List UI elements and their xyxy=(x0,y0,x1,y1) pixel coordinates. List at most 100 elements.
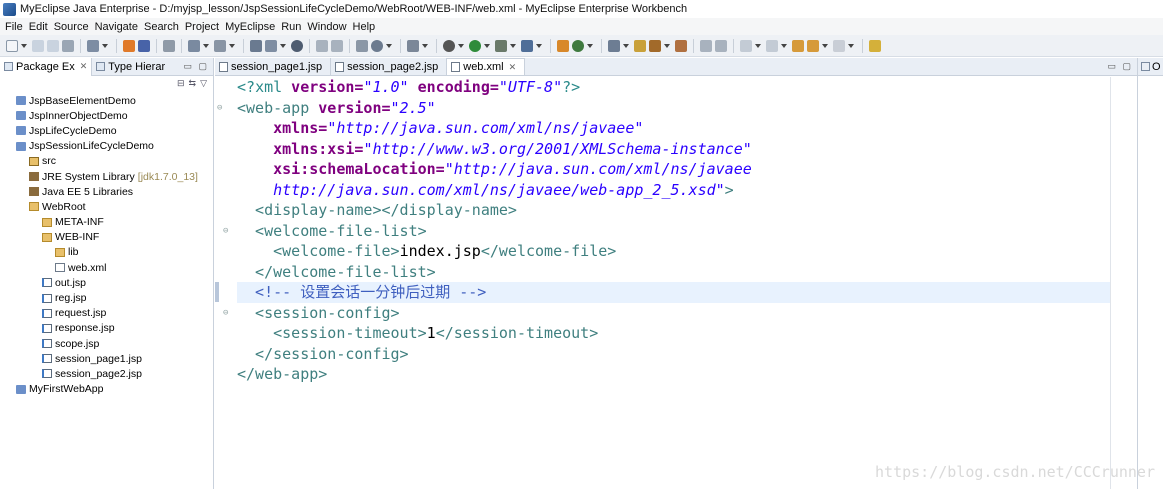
tree-item[interactable]: response.jsp xyxy=(0,321,214,336)
toggle-mark-icon[interactable] xyxy=(700,39,712,52)
tree-item[interactable]: Java EE 5 Libraries xyxy=(0,184,214,199)
minimize-maximize-icon[interactable]: ▭ ▢ xyxy=(1107,61,1133,72)
chevron-down-icon[interactable] xyxy=(458,43,464,48)
tree-item[interactable]: JRE System Library [jdk1.7.0_13] xyxy=(0,169,214,184)
chevron-down-icon[interactable] xyxy=(623,43,629,48)
chevron-down-icon[interactable] xyxy=(280,43,286,48)
fold-icon[interactable]: ⊖ xyxy=(223,303,228,324)
menu-project[interactable]: Project xyxy=(182,21,222,33)
chevron-down-icon[interactable] xyxy=(484,43,490,48)
menu-help[interactable]: Help xyxy=(350,21,379,33)
tree-item[interactable]: JspSessionLifeCycleDemo xyxy=(0,139,214,154)
tree-item[interactable]: reg.jsp xyxy=(0,290,214,305)
run-icon[interactable] xyxy=(469,39,481,52)
close-icon[interactable]: ✕ xyxy=(509,62,517,73)
outline-tab-label[interactable]: O xyxy=(1152,61,1161,73)
menu-source[interactable]: Source xyxy=(51,21,92,33)
deploy-icon[interactable] xyxy=(87,39,99,52)
chevron-down-icon[interactable] xyxy=(536,43,542,48)
code-area[interactable]: <?xml version="1.0" encoding="UTF-8"?> ⊖… xyxy=(215,77,1110,385)
print-icon[interactable] xyxy=(62,39,74,52)
tree-item[interactable]: web.xml xyxy=(0,260,214,275)
table-icon[interactable] xyxy=(356,39,368,52)
chevron-down-icon[interactable] xyxy=(386,43,392,48)
config-icon[interactable] xyxy=(331,39,343,52)
tree-item[interactable]: scope.jsp xyxy=(0,336,214,351)
refresh-icon[interactable] xyxy=(316,39,328,52)
chevron-down-icon[interactable] xyxy=(102,43,108,48)
new-package-icon[interactable] xyxy=(557,39,569,52)
search-file-icon[interactable] xyxy=(649,39,661,52)
tree-item[interactable]: MyFirstWebApp xyxy=(0,382,214,397)
database-icon[interactable] xyxy=(138,39,150,52)
tree-item[interactable]: WebRoot xyxy=(0,199,214,214)
menu-window[interactable]: Window xyxy=(304,21,349,33)
save-all-icon[interactable] xyxy=(47,39,59,52)
tree-item[interactable]: JspLifeCycleDemo xyxy=(0,123,214,138)
console-icon[interactable] xyxy=(407,39,419,52)
forward-icon[interactable] xyxy=(833,39,845,52)
fold-icon[interactable]: ⊖ xyxy=(223,221,228,242)
server-icon[interactable] xyxy=(123,39,135,52)
chevron-down-icon[interactable] xyxy=(203,43,209,48)
new-icon[interactable] xyxy=(6,39,18,52)
external-tools-icon[interactable] xyxy=(495,39,507,52)
web2-icon[interactable] xyxy=(265,39,277,52)
tree-item[interactable]: src xyxy=(0,154,214,169)
chevron-down-icon[interactable] xyxy=(781,43,787,48)
view-menu-icon[interactable]: ▽ xyxy=(200,78,207,89)
chevron-down-icon[interactable] xyxy=(422,43,428,48)
tab-package-explorer[interactable]: Package Ex ✕ xyxy=(0,57,93,76)
chevron-down-icon[interactable] xyxy=(587,43,593,48)
tree-item[interactable]: JspInnerObjectDemo xyxy=(0,108,214,123)
menu-search[interactable]: Search xyxy=(141,21,182,33)
menu-navigate[interactable]: Navigate xyxy=(92,21,141,33)
chevron-down-icon[interactable] xyxy=(822,43,828,48)
new-class-icon[interactable] xyxy=(572,39,584,52)
xml-editor[interactable]: <?xml version="1.0" encoding="UTF-8"?> ⊖… xyxy=(215,77,1110,489)
wizard2-icon[interactable] xyxy=(214,39,226,52)
folder-open-icon[interactable] xyxy=(675,39,687,52)
toggle-block-icon[interactable] xyxy=(715,39,727,52)
wizard-icon[interactable] xyxy=(188,39,200,52)
tree-item[interactable]: session_page2.jsp xyxy=(0,366,214,381)
chevron-down-icon[interactable] xyxy=(21,43,27,48)
save-icon[interactable] xyxy=(32,39,44,52)
chevron-down-icon[interactable] xyxy=(510,43,516,48)
chevron-down-icon[interactable] xyxy=(664,43,670,48)
editor-tab-session-page1[interactable]: session_page1.jsp xyxy=(215,58,332,75)
menu-edit[interactable]: Edit xyxy=(26,21,51,33)
search-icon[interactable] xyxy=(371,39,383,52)
next-annotation-icon[interactable] xyxy=(740,39,752,52)
fold-icon[interactable]: ⊖ xyxy=(217,98,222,119)
tree-item[interactable]: request.jsp xyxy=(0,306,214,321)
chevron-down-icon[interactable] xyxy=(848,43,854,48)
chevron-down-icon[interactable] xyxy=(755,43,761,48)
terminal-icon[interactable] xyxy=(163,39,175,52)
tree-item[interactable]: META-INF xyxy=(0,215,214,230)
tree-item[interactable]: WEB-INF xyxy=(0,230,214,245)
menu-file[interactable]: File xyxy=(2,21,26,33)
editor-overview-ruler[interactable] xyxy=(1110,77,1136,489)
minimize-maximize-icon[interactable]: ▭ ▢ xyxy=(183,61,209,72)
pin-editor-icon[interactable] xyxy=(869,39,881,52)
tree-item[interactable]: out.jsp xyxy=(0,275,214,290)
web-icon[interactable] xyxy=(250,39,262,52)
link-with-editor-icon[interactable]: ⇆ xyxy=(189,78,197,89)
last-edit-icon[interactable] xyxy=(792,39,804,52)
tree-item[interactable]: session_page1.jsp xyxy=(0,351,214,366)
close-icon[interactable]: ✕ xyxy=(80,61,88,72)
open-type-icon[interactable] xyxy=(608,39,620,52)
menu-myeclipse[interactable]: MyEclipse xyxy=(222,21,278,33)
tab-type-hierarchy[interactable]: Type Hierar xyxy=(92,58,169,76)
chevron-down-icon[interactable] xyxy=(229,43,235,48)
globe-icon[interactable] xyxy=(291,39,303,52)
open-task-icon[interactable] xyxy=(634,39,646,52)
collapse-all-icon[interactable]: ⊟ xyxy=(177,78,185,89)
coverage-icon[interactable] xyxy=(521,39,533,52)
back-icon[interactable] xyxy=(807,39,819,52)
tree-item[interactable]: JspBaseElementDemo xyxy=(0,93,214,108)
debug-icon[interactable] xyxy=(443,39,455,52)
editor-tab-session-page2[interactable]: session_page2.jsp xyxy=(331,58,448,75)
menu-run[interactable]: Run xyxy=(278,21,304,33)
